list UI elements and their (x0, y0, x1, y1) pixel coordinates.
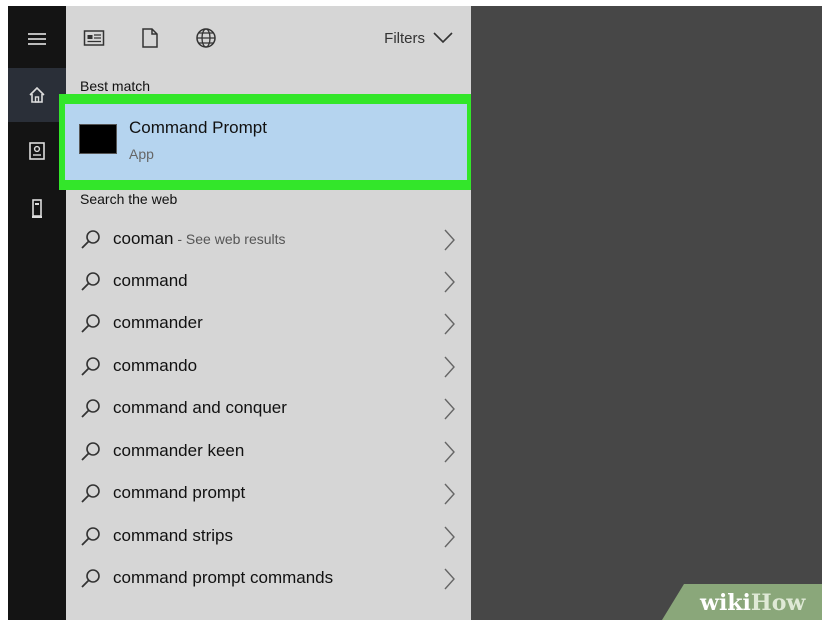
search-results-panel: Filters Best match Command Prompt App Se… (59, 6, 473, 620)
web-result-item[interactable]: command prompt commands (66, 557, 471, 599)
desktop-background (471, 6, 822, 620)
web-result-suffix: - See web results (173, 231, 286, 247)
search-icon (81, 527, 100, 546)
hamburger-menu-icon (28, 33, 46, 45)
notebook-icon (29, 142, 45, 160)
web-result-text: command strips (113, 526, 233, 545)
home-icon (29, 86, 45, 103)
filters-dropdown[interactable]: Filters (384, 26, 453, 50)
search-icon (81, 230, 100, 249)
watermark-wiki: wiki (700, 590, 751, 616)
filter-toolbar: Filters (66, 6, 471, 66)
web-result-text: command and conquer (113, 398, 287, 417)
best-match-subtitle: App (129, 146, 154, 162)
best-match-command-prompt[interactable]: Command Prompt App (65, 104, 467, 180)
documents-filter-button[interactable] (138, 26, 162, 50)
web-result-item[interactable]: command (66, 260, 471, 302)
wikihow-watermark: wikiHow (662, 584, 822, 620)
apps-filter-button[interactable] (82, 26, 106, 50)
documents-filter-icon (142, 28, 158, 48)
command-prompt-app-icon (79, 124, 117, 154)
web-result-item[interactable]: command strips (66, 515, 471, 557)
web-result-item[interactable]: commander (66, 302, 471, 344)
chevron-right-icon (444, 271, 455, 293)
chevron-right-icon (444, 568, 455, 590)
screen-frame: Filters Best match Command Prompt App Se… (8, 6, 822, 620)
chevron-right-icon (444, 441, 455, 463)
notebook-button[interactable] (8, 124, 66, 178)
search-icon (81, 399, 100, 418)
web-result-text: commander (113, 313, 203, 332)
web-result-text: commando (113, 356, 198, 375)
watermark-how: How (750, 590, 806, 616)
web-result-text: cooman (113, 229, 174, 248)
web-result-item[interactable]: cooman - See web results (66, 218, 471, 260)
best-match-heading: Best match (80, 78, 151, 94)
chevron-right-icon (444, 483, 455, 505)
home-button[interactable] (8, 68, 66, 122)
chevron-right-icon (444, 526, 455, 548)
web-filter-button[interactable] (194, 26, 218, 50)
web-result-text: command prompt (113, 483, 246, 502)
web-result-item[interactable]: commando (66, 345, 471, 387)
search-icon (81, 484, 100, 503)
web-result-item[interactable]: command and conquer (66, 387, 471, 429)
chevron-down-icon (433, 32, 453, 44)
search-icon (81, 272, 100, 291)
web-result-item[interactable]: command prompt (66, 472, 471, 514)
web-filter-icon (196, 28, 216, 48)
start-rail (8, 6, 66, 620)
search-icon (81, 314, 100, 333)
chevron-right-icon (444, 313, 455, 335)
chevron-right-icon (444, 229, 455, 251)
web-result-text: commander keen (113, 441, 245, 460)
best-match-title: Command Prompt (129, 118, 267, 137)
search-icon (81, 442, 100, 461)
watermark-text: wikiHow (700, 590, 805, 616)
hamburger-menu-button[interactable] (8, 12, 66, 66)
web-result-text: command prompt commands (113, 568, 334, 587)
apps-filter-icon (83, 30, 105, 46)
web-result-item[interactable]: commander keen (66, 430, 471, 472)
chevron-right-icon (444, 356, 455, 378)
tower-device-icon (32, 199, 42, 218)
search-icon (81, 357, 100, 376)
search-icon (81, 569, 100, 588)
chevron-right-icon (444, 398, 455, 420)
web-result-text: command (113, 271, 188, 290)
filters-label: Filters (384, 29, 425, 47)
device-button[interactable] (8, 182, 66, 236)
search-web-heading: Search the web (80, 191, 178, 207)
